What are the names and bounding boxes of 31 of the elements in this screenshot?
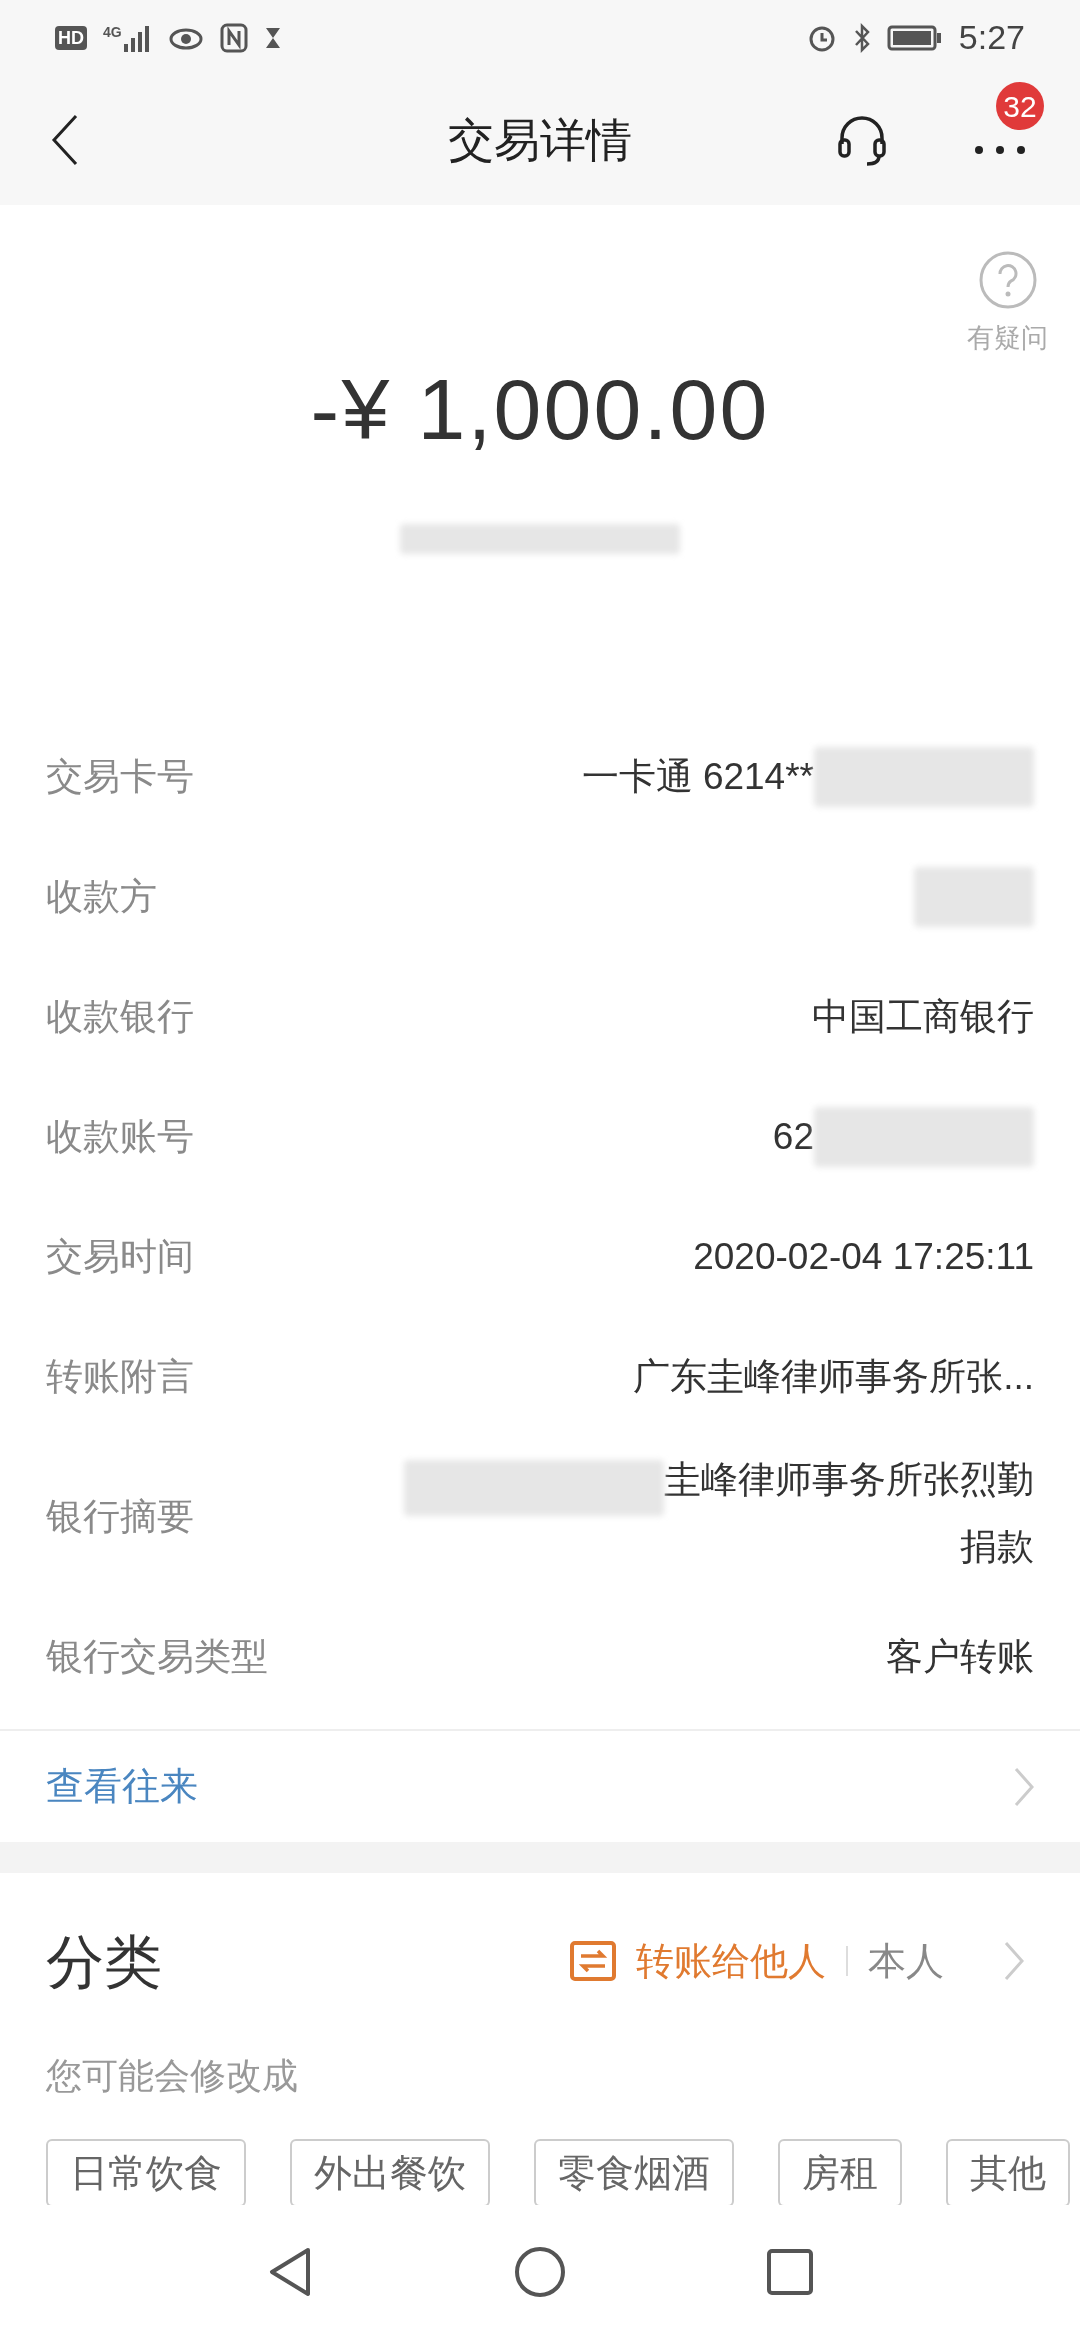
detail-label: 交易时间 [46, 1235, 194, 1280]
detail-label: 收款银行 [46, 995, 194, 1040]
network-type: 4G [103, 23, 122, 40]
detail-label: 收款账号 [46, 1115, 194, 1160]
category-option[interactable]: 转账给他人 [636, 1932, 826, 1990]
detail-label: 收款方 [46, 875, 157, 920]
detail-value: 2020-02-04 17:25:11 [693, 1235, 1034, 1280]
category-chip[interactable]: 外出餐饮 [290, 2139, 490, 2205]
detail-label: 交易卡号 [46, 755, 194, 800]
category-chip[interactable]: 其他 [946, 2139, 1070, 2205]
detail-label: 银行摘要 [46, 1495, 194, 1540]
category-chip[interactable]: 零食烟酒 [534, 2139, 734, 2205]
detail-value: 中国工商银行 [812, 995, 1034, 1040]
category-chip[interactable]: 房租 [778, 2139, 902, 2205]
detail-value: 62 [772, 1115, 814, 1160]
section-title: 分类 [46, 1927, 162, 1996]
detail-value: 客户转账 [886, 1635, 1034, 1680]
detail-label: 银行交易类型 [46, 1635, 268, 1680]
detail-value: 一卡通 6214** [581, 755, 814, 800]
detail-label: 转账附言 [46, 1355, 194, 1400]
detail-value: 圭峰律师事务所张烈勤捐款 [664, 1459, 1034, 1568]
detail-value: 广东圭峰律师事务所张... [633, 1355, 1034, 1400]
page-title: 交易详情 [448, 112, 632, 168]
status-time: 5:27 [958, 17, 1025, 58]
hd-indicator: HD [55, 25, 87, 50]
transaction-amount: -¥ 1,000.00 [310, 360, 770, 459]
suggestion-hint: 您可能会修改成 [45, 2054, 299, 2099]
category-option[interactable]: 本人 [868, 1932, 944, 1990]
category-chip[interactable]: 日常饮食 [46, 2139, 246, 2205]
history-link[interactable]: 查看往来 [46, 1758, 198, 1816]
notification-badge: 32 [996, 82, 1044, 130]
